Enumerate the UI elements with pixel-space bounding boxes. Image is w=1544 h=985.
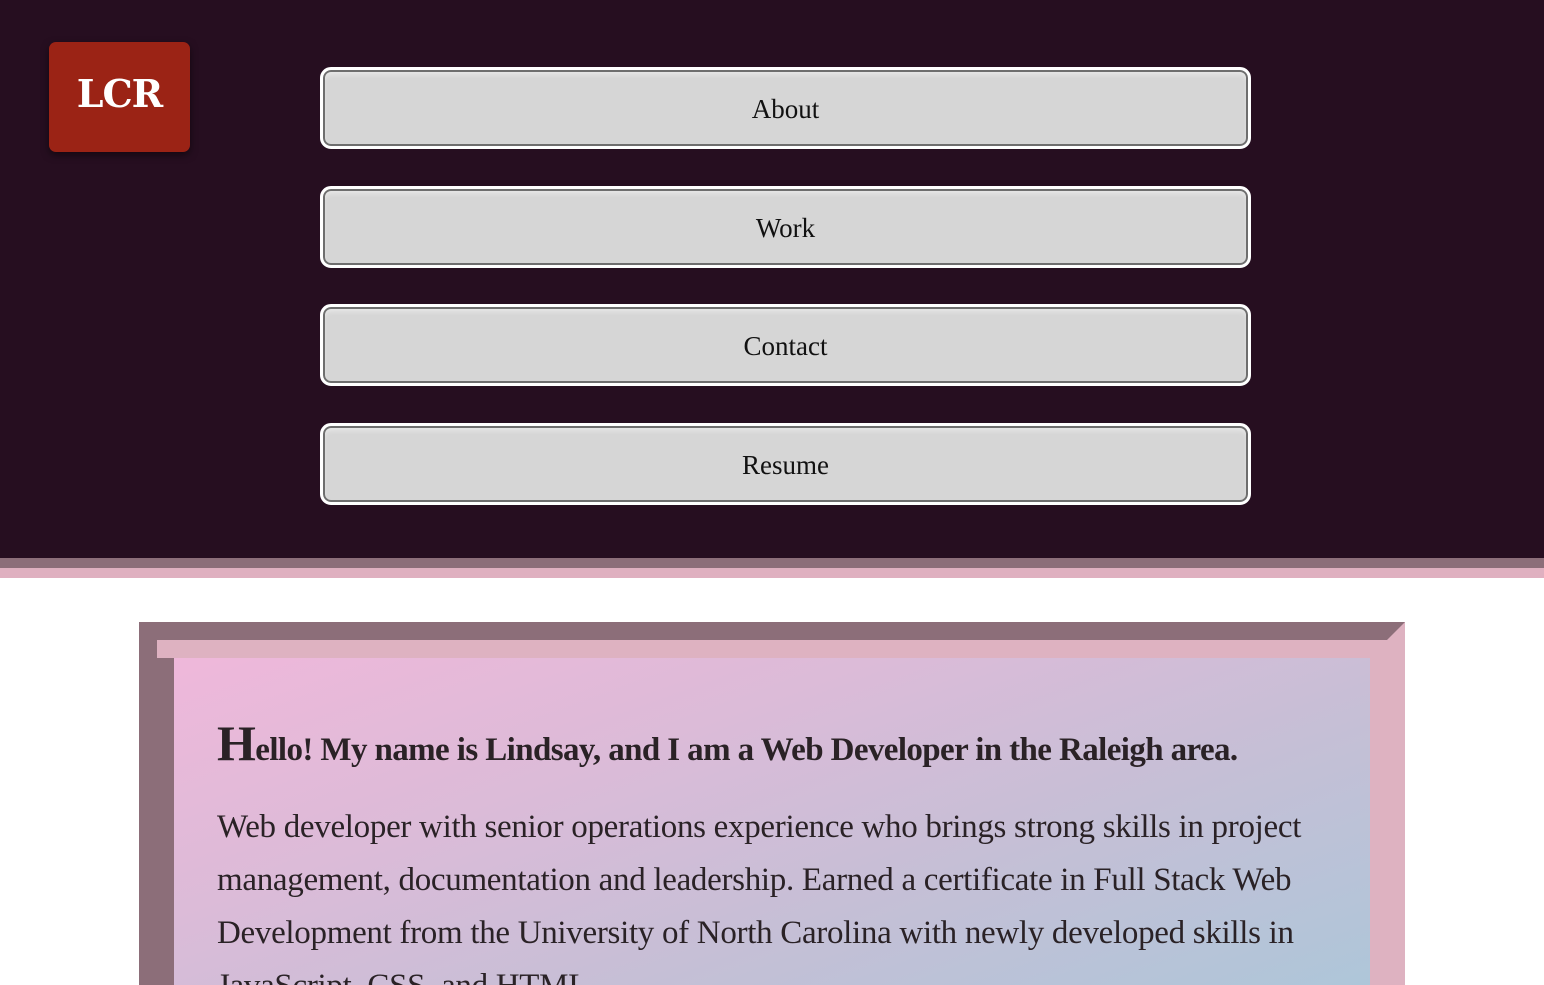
intro-heading-initial: H xyxy=(217,715,256,771)
nav-button-resume[interactable]: Resume xyxy=(320,423,1251,505)
nav-button-about[interactable]: About xyxy=(320,67,1251,149)
nav-button-contact-label: Contact xyxy=(743,330,828,361)
card-frame-right xyxy=(1369,622,1405,985)
nav-button-work[interactable]: Work xyxy=(320,186,1251,268)
nav-button-resume-label: Resume xyxy=(742,449,829,480)
header-divider-dark xyxy=(0,558,1544,568)
site-header: LCR About Work Contact Resume xyxy=(0,0,1544,558)
intro-paragraph: Web developer with senior operations exp… xyxy=(217,809,1302,985)
nav-button-contact[interactable]: Contact xyxy=(320,304,1251,386)
nav-button-about-label: About xyxy=(751,93,820,124)
logo[interactable]: LCR xyxy=(49,42,190,152)
nav-button-work-label: Work xyxy=(755,212,816,243)
card-frame-top xyxy=(157,640,1387,658)
intro-card-content: Hello! My name is Lindsay, and I am a We… xyxy=(174,658,1370,985)
intro-heading-text: ello! My name is Lindsay, and I am a Web… xyxy=(255,732,1238,768)
intro-heading: Hello! My name is Lindsay, and I am a We… xyxy=(217,718,1357,769)
header-divider-light xyxy=(0,568,1544,578)
intro-card: Hello! My name is Lindsay, and I am a We… xyxy=(139,622,1405,985)
